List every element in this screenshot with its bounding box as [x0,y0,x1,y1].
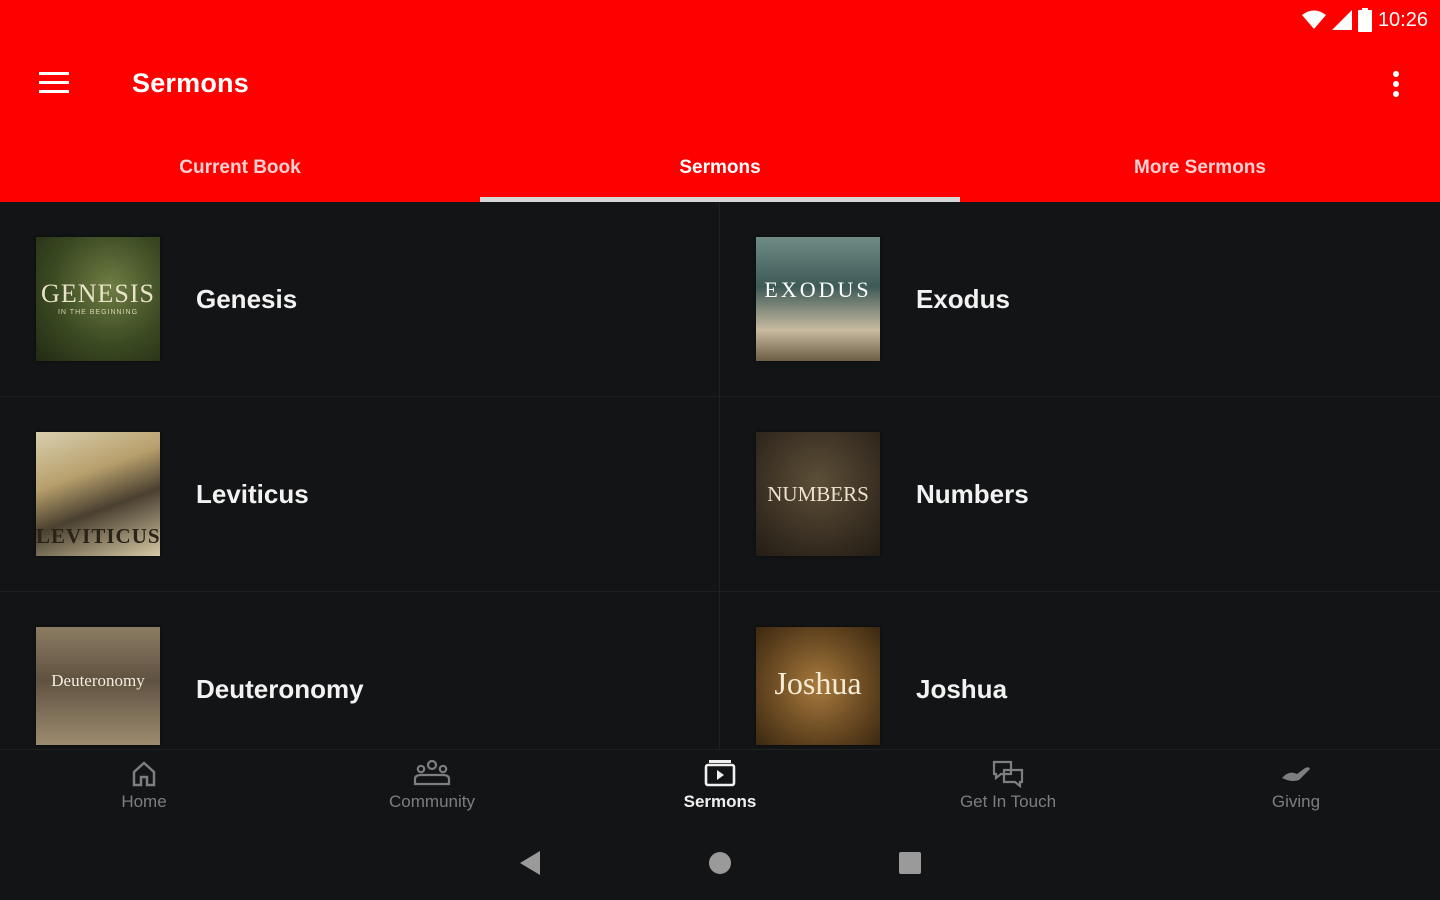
hamburger-menu-icon [39,71,69,99]
thumbnail-title: Joshua [774,665,862,701]
home-icon [129,758,159,788]
page-title: Sermons [132,68,249,98]
nav-label: Get In Touch [959,792,1057,811]
toolbar: Sermons [0,52,1440,118]
chat-icon [991,758,1025,788]
book-card-genesis[interactable]: GENESIS IN THE BEGINNING Genesis [0,202,720,397]
thumbnail-title: EXODUS [764,277,872,302]
book-card-deuteronomy[interactable]: Deuteronomy Deuteronomy [0,592,720,750]
nav-community[interactable]: Community [332,750,532,830]
thumbnail-title: LEVITICUS [36,524,160,548]
tab-current-book[interactable]: Current Book [0,140,480,202]
thumbnail-title: GENESIS [41,279,155,308]
book-thumbnail: GENESIS IN THE BEGINNING [36,237,160,361]
system-home-button[interactable] [690,835,750,895]
book-card-leviticus[interactable]: LEVITICUS Leviticus [0,397,720,592]
nav-get-in-touch[interactable]: Get In Touch [908,750,1108,830]
status-bar: 10:26 [1301,6,1428,34]
sermons-icon [703,758,737,788]
book-title: Exodus [916,284,1010,314]
book-card-numbers[interactable]: NUMBERS Numbers [720,397,1440,592]
system-recents-button[interactable] [880,835,940,895]
book-thumbnail: NUMBERS [756,432,880,556]
more-vert-icon [1393,70,1399,102]
tab-bar: Current Book Sermons More Sermons [0,140,1440,202]
bottom-navigation: Home Community Sermons Get In Touch Givi… [0,750,1440,830]
menu-button[interactable] [30,64,78,106]
thumbnail-title: Deuteronomy [51,671,145,690]
book-title: Deuteronomy [196,674,364,704]
nav-label: Sermons [683,792,757,811]
sermon-books-grid: GENESIS IN THE BEGINNING Genesis EXODUS … [0,202,1440,750]
community-icon [413,758,451,788]
status-time: 10:26 [1377,8,1428,31]
cell-signal-icon [1331,10,1352,30]
book-thumbnail: EXODUS [756,237,880,361]
book-card-joshua[interactable]: Joshua Joshua [720,592,1440,750]
nav-home[interactable]: Home [44,750,244,830]
nav-label: Home [121,792,167,811]
recents-square-icon [898,851,922,880]
system-back-button[interactable] [500,835,560,895]
book-thumbnail: Joshua [756,627,880,745]
tab-more-sermons[interactable]: More Sermons [960,140,1440,202]
back-triangle-icon [518,850,542,881]
giving-icon [1279,758,1313,788]
book-thumbnail: LEVITICUS [36,432,160,556]
overflow-menu-button[interactable] [1378,66,1414,106]
nav-sermons[interactable]: Sermons [620,750,820,830]
nav-label: Community [389,792,475,811]
book-title: Numbers [916,479,1029,509]
app-header: 10:26 Sermons Current Book Sermons More … [0,0,1440,202]
book-card-exodus[interactable]: EXODUS Exodus [720,202,1440,397]
thumbnail-subtitle: IN THE BEGINNING [57,309,139,316]
home-circle-icon [707,850,733,881]
battery-icon [1357,8,1372,32]
book-title: Joshua [916,674,1008,704]
book-title: Genesis [196,284,298,314]
tab-sermons[interactable]: Sermons [480,140,960,202]
nav-giving[interactable]: Giving [1196,750,1396,830]
thumbnail-title: NUMBERS [767,482,869,506]
system-navigation-bar [0,830,1440,900]
book-thumbnail: Deuteronomy [36,627,160,745]
wifi-icon [1301,10,1326,30]
book-title: Leviticus [196,479,309,509]
nav-label: Giving [1271,792,1321,811]
